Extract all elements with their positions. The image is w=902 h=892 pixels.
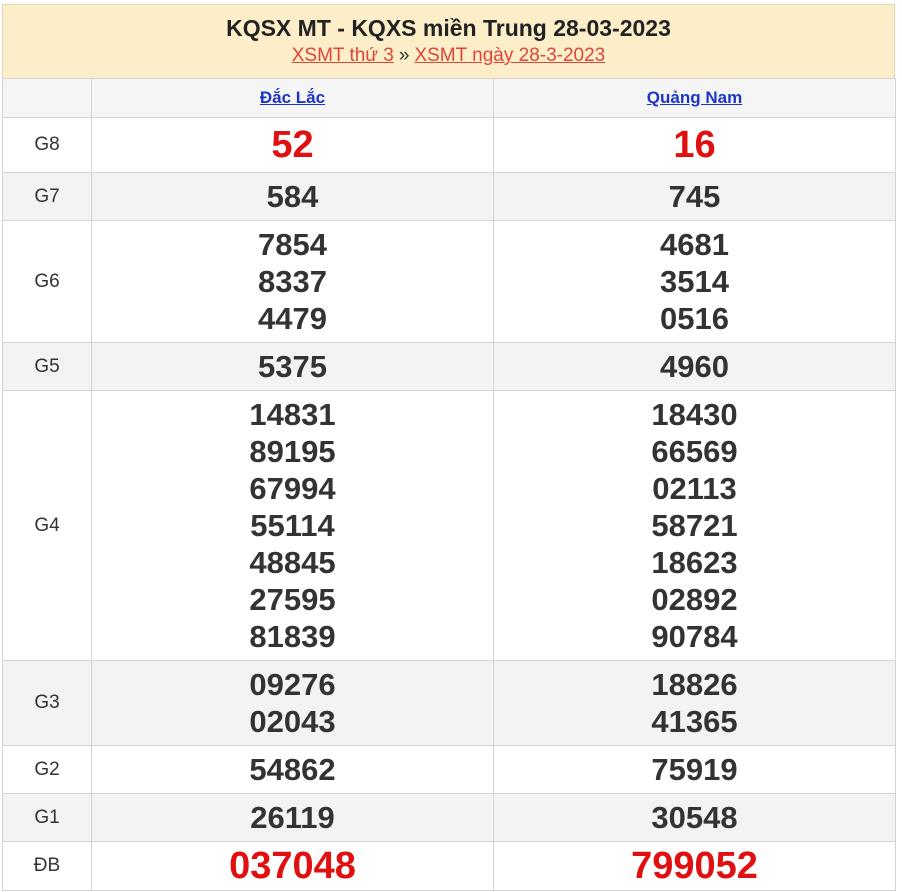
province-header-cell: Quảng Nam xyxy=(493,78,896,118)
prize-row-g7: G7 584 745 xyxy=(2,172,896,221)
prize-number: 7854 xyxy=(258,227,327,262)
province-link-dac-lac[interactable]: Đắc Lắc xyxy=(260,88,325,107)
prize-number: 66569 xyxy=(651,434,738,469)
results-table: Đắc Lắc Quảng Nam G8 52 16 G7 584 745 G6… xyxy=(2,78,896,891)
prize-number: 27595 xyxy=(249,582,336,617)
prize-cell: 799052 xyxy=(493,841,896,891)
prize-label: G3 xyxy=(2,660,92,746)
prize-number: 02043 xyxy=(249,704,336,739)
prize-number: 4479 xyxy=(258,301,327,336)
prize-cell: 5375 xyxy=(91,342,494,391)
prize-cell: 7854 8337 4479 xyxy=(91,220,494,343)
prize-cell: 584 xyxy=(91,172,494,221)
prize-number: 09276 xyxy=(249,667,336,702)
prize-number: 54862 xyxy=(249,752,336,787)
header-blank-cell xyxy=(2,78,92,118)
prize-cell: 26119 xyxy=(91,793,494,842)
province-header-row: Đắc Lắc Quảng Nam xyxy=(2,78,896,118)
results-container: KQSX MT - KQXS miền Trung 28-03-2023 XSM… xyxy=(2,4,896,891)
prize-label: G5 xyxy=(2,342,92,391)
prize-number: 8337 xyxy=(258,264,327,299)
prize-number: 75919 xyxy=(651,752,738,787)
prize-number: 037048 xyxy=(229,845,356,887)
prize-number: 90784 xyxy=(651,619,738,654)
prize-number: 55114 xyxy=(250,508,335,543)
results-header: KQSX MT - KQXS miền Trung 28-03-2023 XSM… xyxy=(2,4,895,78)
prize-number: 3514 xyxy=(660,264,729,299)
prize-number: 18826 xyxy=(651,667,738,702)
prize-number: 58721 xyxy=(651,508,738,543)
prize-row-g2: G2 54862 75919 xyxy=(2,745,896,794)
prize-cell: 18826 41365 xyxy=(493,660,896,746)
prize-number: 745 xyxy=(668,179,721,214)
prize-number: 4681 xyxy=(660,227,729,262)
prize-label: G4 xyxy=(2,390,92,661)
prize-label: G7 xyxy=(2,172,92,221)
prize-label: G6 xyxy=(2,220,92,343)
prize-cell: 75919 xyxy=(493,745,896,794)
prize-number: 0516 xyxy=(660,301,729,336)
prize-label: G8 xyxy=(2,117,92,173)
province-header-cell: Đắc Lắc xyxy=(91,78,494,118)
prize-cell: 4681 3514 0516 xyxy=(493,220,896,343)
prize-cell: 4960 xyxy=(493,342,896,391)
prize-number: 02892 xyxy=(651,582,738,617)
prize-row-g4: G4 14831 89195 67994 55114 48845 27595 8… xyxy=(2,390,896,661)
prize-cell: 52 xyxy=(91,117,494,173)
prize-cell: 54862 xyxy=(91,745,494,794)
prize-number: 30548 xyxy=(651,800,738,835)
prize-cell: 745 xyxy=(493,172,896,221)
prize-cell: 037048 xyxy=(91,841,494,891)
province-link-quang-nam[interactable]: Quảng Nam xyxy=(647,88,742,107)
prize-number: 26119 xyxy=(250,800,335,835)
prize-number: 67994 xyxy=(249,471,336,506)
prize-number: 5375 xyxy=(258,349,327,384)
prize-cell: 30548 xyxy=(493,793,896,842)
prize-label: G2 xyxy=(2,745,92,794)
prize-row-g1: G1 26119 30548 xyxy=(2,793,896,842)
breadcrumb: XSMT thứ 3» XSMT ngày 28-3-2023 xyxy=(3,44,894,68)
prize-number: 799052 xyxy=(631,845,758,887)
page-title: KQSX MT - KQXS miền Trung 28-03-2023 xyxy=(226,15,671,41)
prize-row-special: ĐB 037048 799052 xyxy=(2,841,896,891)
prize-number: 584 xyxy=(266,179,319,214)
prize-number: 14831 xyxy=(249,397,336,432)
prize-number: 89195 xyxy=(249,434,336,469)
prize-number: 4960 xyxy=(660,349,729,384)
prize-number: 48845 xyxy=(249,545,336,580)
prize-number: 18623 xyxy=(651,545,738,580)
prize-number: 02113 xyxy=(652,471,737,506)
prize-cell: 16 xyxy=(493,117,896,173)
prize-row-g6: G6 7854 8337 4479 4681 3514 0516 xyxy=(2,220,896,343)
prize-row-g8: G8 52 16 xyxy=(2,117,896,173)
breadcrumb-separator: » xyxy=(398,45,410,66)
prize-number: 41365 xyxy=(651,704,738,739)
breadcrumb-link-date[interactable]: XSMT ngày 28-3-2023 xyxy=(414,45,605,66)
prize-number: 52 xyxy=(271,124,314,166)
prize-label: G1 xyxy=(2,793,92,842)
prize-cell: 18430 66569 02113 58721 18623 02892 9078… xyxy=(493,390,896,661)
prize-number: 81839 xyxy=(249,619,336,654)
prize-cell: 09276 02043 xyxy=(91,660,494,746)
prize-label: ĐB xyxy=(2,841,92,891)
breadcrumb-link-weekday[interactable]: XSMT thứ 3 xyxy=(292,45,394,66)
prize-number: 18430 xyxy=(651,397,738,432)
prize-number: 16 xyxy=(673,124,716,166)
prize-row-g5: G5 5375 4960 xyxy=(2,342,896,391)
prize-row-g3: G3 09276 02043 18826 41365 xyxy=(2,660,896,746)
prize-cell: 14831 89195 67994 55114 48845 27595 8183… xyxy=(91,390,494,661)
